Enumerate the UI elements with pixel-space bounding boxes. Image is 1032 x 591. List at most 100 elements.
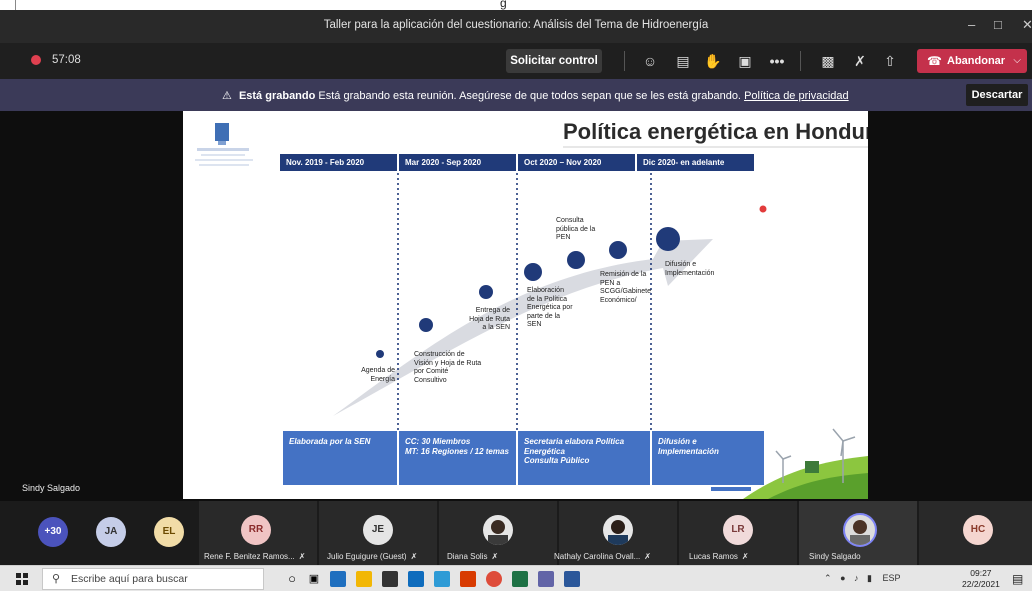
close-icon[interactable]: ✕ xyxy=(1022,17,1032,33)
taskbar-search-box[interactable]: ⚲ Escribe aquí para buscar xyxy=(42,568,264,590)
participants-icon[interactable]: ☺ xyxy=(640,51,660,71)
shared-slide: Política energética en Honduras Nov. 201… xyxy=(183,111,868,499)
milestone-dot xyxy=(609,241,627,259)
participant-gallery: +30 JA EL RR Rene F. Benitez Ramos... ✗ J… xyxy=(0,501,1032,565)
progress-arrow xyxy=(333,239,713,416)
slide-title: Política energética en Honduras xyxy=(563,119,868,144)
participant-avatar: JE xyxy=(363,515,393,545)
network-icon[interactable]: ● xyxy=(840,573,845,583)
summary-box: Secretaria elabora Política Energética C… xyxy=(518,431,650,485)
phone-icon: ☎ xyxy=(927,54,942,68)
request-control-button[interactable]: Solicitar control xyxy=(506,49,602,73)
participant-avatar: RR xyxy=(241,515,271,545)
recording-text: Está grabando esta reunión. Asegúrese de… xyxy=(318,90,741,102)
mic-off-icon: ✗ xyxy=(741,552,749,561)
participant-tile[interactable]: LR Lucas Ramos ✗ xyxy=(679,501,797,565)
participant-name: Lucas Ramos ✗ xyxy=(689,552,749,561)
participant-avatar[interactable]: JA xyxy=(96,517,126,547)
chevron-down-icon[interactable]: ⌵ xyxy=(1013,49,1021,73)
milestone-label: Remisión de la PEN a SCGG/Gabinete Econó… xyxy=(600,271,651,304)
office-icon[interactable] xyxy=(460,571,476,587)
ministry-logo xyxy=(195,123,253,166)
minimize-icon[interactable]: – xyxy=(968,17,975,32)
teams-icon[interactable] xyxy=(538,571,554,587)
leave-button[interactable]: ☎ Abandonar ⌵ xyxy=(917,49,1027,73)
shared-content-stage: Política energética en Honduras Nov. 201… xyxy=(0,111,1032,501)
milestone-label: Consulta pública de la PEN xyxy=(556,217,596,241)
edge-browser-icon[interactable] xyxy=(330,571,346,587)
breakout-rooms-icon[interactable]: ▣ xyxy=(735,51,755,71)
cortana-icon[interactable]: ○ xyxy=(284,571,300,587)
milestone-dot xyxy=(567,251,585,269)
participant-tile[interactable]: HC xyxy=(919,501,1032,565)
laser-pointer xyxy=(759,205,767,213)
camera-off-icon[interactable]: ▩ xyxy=(818,51,838,71)
overflow-participants-button[interactable]: +30 xyxy=(38,517,68,547)
toolbar-divider xyxy=(624,51,625,71)
chrome-icon[interactable] xyxy=(486,571,502,587)
participant-name: Sindy Salgado xyxy=(809,552,861,561)
battery-icon[interactable]: ▮ xyxy=(867,573,872,583)
more-actions-icon[interactable]: ••• xyxy=(767,51,787,71)
mic-off-icon: ✗ xyxy=(410,552,418,561)
period-header: Dic 2020- en adelante xyxy=(637,154,754,171)
taskbar-clock[interactable]: 09:27 22/2/2021 xyxy=(962,568,1000,590)
search-placeholder: Escribe aquí para buscar xyxy=(71,573,188,585)
solar-panel-icon xyxy=(711,487,751,491)
recording-banner: ⚠ Está grabando Está grabando esta reuni… xyxy=(0,79,1032,111)
participant-avatar: LR xyxy=(723,515,753,545)
privacy-policy-link[interactable]: Política de privacidad xyxy=(744,90,849,102)
windows-start-icon[interactable] xyxy=(16,573,28,585)
milestone-dot xyxy=(479,285,493,299)
mic-off-icon: ✗ xyxy=(644,552,651,561)
period-header: Nov. 2019 - Feb 2020 xyxy=(280,154,397,171)
milestone-label: Construcción de Visión y Hoja de Ruta po… xyxy=(414,351,482,384)
word-icon[interactable] xyxy=(564,571,580,587)
participant-tile[interactable]: RR Rene F. Benitez Ramos... ✗ xyxy=(199,501,317,565)
clock-date: 22/2/2021 xyxy=(962,579,1000,589)
participant-tile[interactable]: Nathaly Carolina Ovall... ✗ xyxy=(554,501,677,565)
participant-tile[interactable]: JE Julio Eguigure (Guest) ✗ xyxy=(319,501,437,565)
recording-icon xyxy=(31,55,41,65)
mail-icon[interactable] xyxy=(408,571,424,587)
participant-name: Rene F. Benitez Ramos... ✗ xyxy=(204,552,306,561)
cropped-title-fragment: g xyxy=(500,0,507,10)
milestone-dot xyxy=(376,350,384,358)
top-strip: g xyxy=(0,0,1032,10)
raise-hand-icon[interactable]: ✋ xyxy=(703,51,723,71)
task-view-icon[interactable]: ▣ xyxy=(306,571,322,587)
app-icon[interactable] xyxy=(434,571,450,587)
participant-avatar[interactable]: EL xyxy=(154,517,184,547)
recording-strong: Está grabando xyxy=(238,90,316,102)
summary-box: Elaborada por la SEN xyxy=(283,431,397,485)
window-edge xyxy=(15,0,16,10)
volume-icon[interactable]: ♪ xyxy=(854,573,859,583)
summary-box: CC: 30 Miembros MT: 16 Regiones / 12 tem… xyxy=(399,431,516,485)
chevron-up-icon[interactable]: ⌃ xyxy=(824,573,832,583)
maximize-icon[interactable]: □ xyxy=(994,17,1002,32)
notifications-icon[interactable]: ▤ xyxy=(1012,572,1023,586)
participant-name: Diana Solis ✗ xyxy=(447,552,499,561)
clock-time: 09:27 xyxy=(970,568,992,578)
period-header: Oct 2020 – Nov 2020 xyxy=(518,154,635,171)
participant-tile[interactable]: Diana Solis ✗ xyxy=(439,501,557,565)
participant-photo xyxy=(603,515,633,545)
leave-label: Abandonar xyxy=(947,55,1006,67)
recording-message: ⚠ Está grabando Está grabando esta reuni… xyxy=(222,89,849,102)
milestone-label: Difusión e Implementación xyxy=(665,261,715,277)
store-icon[interactable] xyxy=(382,571,398,587)
excel-icon[interactable] xyxy=(512,571,528,587)
dismiss-button[interactable]: Descartar xyxy=(966,84,1028,106)
mic-off-icon[interactable]: ✗ xyxy=(850,51,870,71)
period-header: Mar 2020 - Sep 2020 xyxy=(399,154,516,171)
windows-taskbar: ⚲ Escribe aquí para buscar ○ ▣ ⌃ ● ♪ ▮ E… xyxy=(0,565,1032,591)
participant-tile-active[interactable]: Sindy Salgado xyxy=(799,501,917,565)
milestone-dot xyxy=(656,227,680,251)
file-explorer-icon[interactable] xyxy=(356,571,372,587)
share-screen-icon[interactable]: ⇧ xyxy=(880,51,900,71)
meeting-toolbar: 57:08 Solicitar control ☺ ▤ ✋ ▣ ••• ▩ ✗ … xyxy=(0,43,1032,79)
meeting-title: Taller para la aplicación del cuestionar… xyxy=(323,19,709,31)
mic-off-icon: ✗ xyxy=(491,552,499,561)
chat-icon[interactable]: ▤ xyxy=(673,51,693,71)
language-indicator[interactable]: ESP xyxy=(883,573,901,583)
